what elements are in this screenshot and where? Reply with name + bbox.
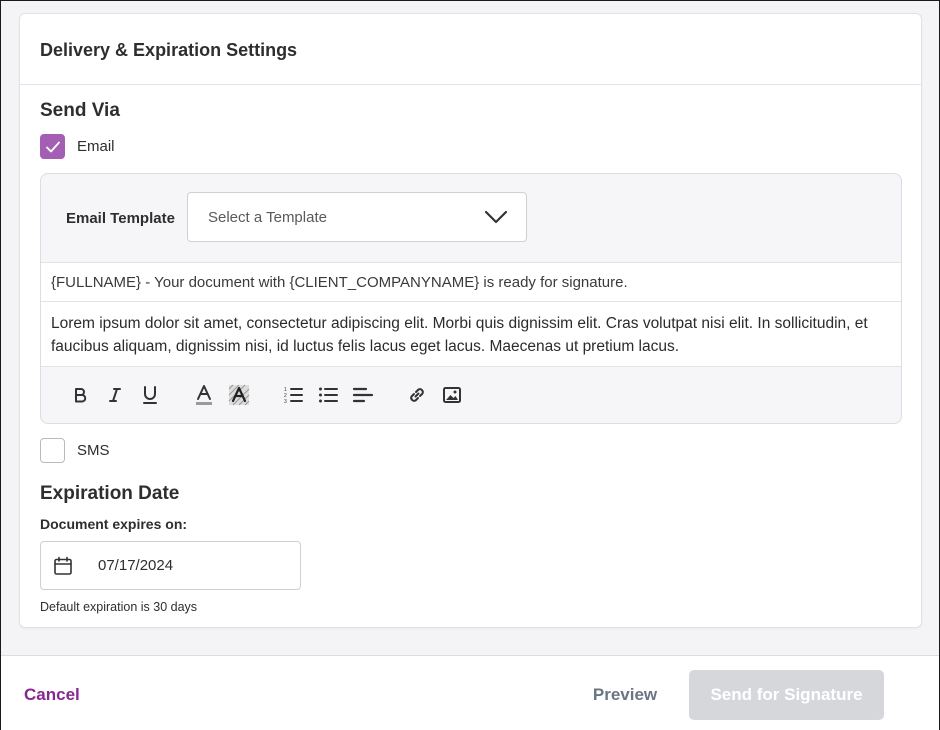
italic-icon[interactable] (102, 382, 128, 408)
preview-button[interactable]: Preview (576, 670, 674, 720)
document-expires-label: Document expires on: (40, 516, 188, 532)
expiration-date-input[interactable]: 07/17/2024 (40, 541, 301, 590)
checkmark-icon (45, 141, 60, 152)
footer-bar: Cancel Preview Send for Signature (1, 655, 939, 730)
cancel-button[interactable]: Cancel (24, 685, 80, 705)
sms-checkbox[interactable] (40, 438, 65, 463)
bold-icon[interactable] (67, 382, 93, 408)
email-subject-field[interactable]: {FULLNAME} - Your document with {CLIENT_… (41, 262, 901, 302)
underline-icon[interactable] (137, 382, 163, 408)
expiration-hint: Default expiration is 30 days (40, 600, 198, 614)
email-checkbox[interactable] (40, 134, 65, 159)
sms-checkbox-label: SMS (77, 442, 110, 459)
template-select-placeholder: Select a Template (208, 208, 327, 226)
calendar-icon (54, 556, 72, 575)
delivery-settings-card: Delivery & Expiration Settings Send Via … (19, 13, 922, 628)
send-via-title: Send Via (40, 100, 120, 121)
chevron-down-icon (484, 210, 508, 224)
image-icon[interactable] (439, 382, 465, 408)
svg-text:3: 3 (284, 399, 287, 404)
expiration-date-value: 07/17/2024 (98, 557, 174, 574)
email-checkbox-row[interactable]: Email (40, 134, 115, 159)
editor-toolbar: 123 (41, 367, 901, 423)
send-for-signature-button[interactable]: Send for Signature (689, 670, 884, 720)
text-color-icon[interactable] (191, 382, 217, 408)
email-checkbox-label: Email (77, 138, 115, 155)
email-body-editor[interactable]: Lorem ipsum dolor sit amet, consectetur … (41, 302, 901, 367)
align-left-icon[interactable] (350, 382, 376, 408)
highlight-icon[interactable] (226, 382, 252, 408)
ordered-list-icon[interactable]: 123 (280, 382, 306, 408)
expiration-date-title: Expiration Date (40, 483, 180, 504)
email-template-label: Email Template (66, 210, 175, 227)
link-icon[interactable] (404, 382, 430, 408)
email-template-select[interactable]: Select a Template (187, 192, 527, 242)
bullet-list-icon[interactable] (315, 382, 341, 408)
sms-checkbox-row[interactable]: SMS (40, 438, 110, 463)
card-title: Delivery & Expiration Settings (20, 14, 921, 85)
email-settings-panel: Email Template Select a Template {FULLNA… (40, 173, 902, 424)
template-row: Email Template Select a Template (41, 174, 901, 262)
